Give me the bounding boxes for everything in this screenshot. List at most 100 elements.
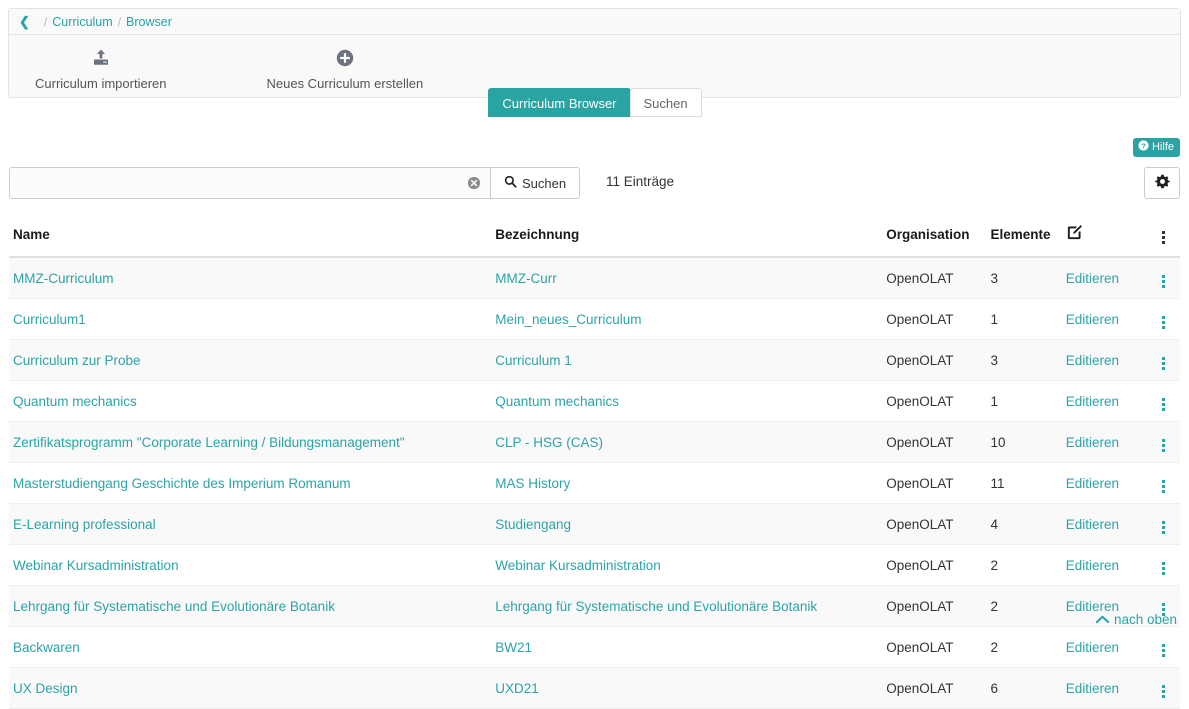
vertical-dots-icon[interactable]: [1156, 229, 1171, 246]
vertical-dots-icon[interactable]: [1156, 314, 1171, 331]
cell-name-text[interactable]: Curriculum zur Probe: [13, 353, 141, 368]
vertical-dots-icon[interactable]: [1156, 478, 1171, 495]
vertical-dots-icon[interactable]: [1156, 355, 1171, 372]
cell-bezeichnung[interactable]: CLP - HSG (CAS): [491, 421, 883, 463]
column-header-name[interactable]: Name: [9, 220, 492, 258]
vertical-dots-icon[interactable]: [1156, 519, 1171, 536]
row-menu-cell[interactable]: [1151, 462, 1180, 504]
row-menu-cell[interactable]: [1151, 298, 1180, 340]
column-header-bezeichnung[interactable]: Bezeichnung: [491, 220, 883, 258]
cell-name[interactable]: Lehrgang für Systematische und Evolution…: [9, 585, 492, 627]
row-menu-cell[interactable]: [1151, 626, 1180, 668]
edit-link-text[interactable]: Editieren: [1066, 640, 1119, 655]
cell-bezeichnung[interactable]: MMZ-Curr: [491, 257, 883, 299]
cell-name-text[interactable]: MMZ-Curriculum: [13, 271, 114, 286]
row-menu-cell[interactable]: [1151, 339, 1180, 381]
vertical-dots-icon[interactable]: [1156, 437, 1171, 454]
edit-link[interactable]: Editieren: [1061, 462, 1152, 504]
tab-suchen[interactable]: Suchen: [629, 88, 702, 117]
edit-link[interactable]: Editieren: [1061, 667, 1152, 709]
edit-link[interactable]: Editieren: [1061, 257, 1152, 299]
vertical-dots-icon[interactable]: [1156, 273, 1171, 290]
cell-bezeichnung-text[interactable]: MAS History: [495, 476, 570, 491]
breadcrumb-item-browser[interactable]: Browser: [126, 15, 172, 29]
cell-name[interactable]: Webinar Kursadministration: [9, 544, 492, 586]
create-curriculum-button[interactable]: Neues Curriculum erstellen: [252, 47, 437, 91]
cell-bezeichnung[interactable]: Studiengang: [491, 503, 883, 545]
column-header-menu[interactable]: [1151, 220, 1180, 258]
cell-name-text[interactable]: Backwaren: [13, 640, 80, 655]
cell-bezeichnung-text[interactable]: Mein_neues_Curriculum: [495, 312, 641, 327]
edit-link-text[interactable]: Editieren: [1066, 353, 1119, 368]
edit-link[interactable]: Editieren: [1061, 380, 1152, 422]
row-menu-cell[interactable]: [1151, 257, 1180, 299]
edit-link[interactable]: Editieren: [1061, 503, 1152, 545]
edit-link[interactable]: Editieren: [1061, 421, 1152, 463]
column-header-elemente[interactable]: Elemente: [986, 220, 1062, 258]
cell-bezeichnung-text[interactable]: Curriculum 1: [495, 353, 572, 368]
cell-name[interactable]: E-Learning professional: [9, 503, 492, 545]
cell-name-text[interactable]: Masterstudiengang Geschichte des Imperiu…: [13, 476, 351, 491]
edit-link-text[interactable]: Editieren: [1066, 558, 1119, 573]
edit-link-text[interactable]: Editieren: [1066, 435, 1119, 450]
import-curriculum-button[interactable]: Curriculum importieren: [21, 47, 180, 91]
edit-link-text[interactable]: Editieren: [1066, 517, 1119, 532]
cell-name[interactable]: MMZ-Curriculum: [9, 257, 492, 299]
cell-name-text[interactable]: E-Learning professional: [13, 517, 156, 532]
cell-name[interactable]: UX Design: [9, 667, 492, 709]
vertical-dots-icon[interactable]: [1156, 642, 1171, 659]
cell-name-text[interactable]: Webinar Kursadministration: [13, 558, 179, 573]
cell-bezeichnung-text[interactable]: UXD21: [495, 681, 539, 696]
search-button[interactable]: Suchen: [490, 167, 581, 199]
edit-link-text[interactable]: Editieren: [1066, 394, 1119, 409]
cell-bezeichnung[interactable]: BW21: [491, 626, 883, 668]
cell-bezeichnung[interactable]: Quantum mechanics: [491, 380, 883, 422]
cell-name-text[interactable]: Zertifikatsprogramm "Corporate Learning …: [13, 435, 405, 450]
edit-link-text[interactable]: Editieren: [1066, 312, 1119, 327]
cell-name[interactable]: Curriculum zur Probe: [9, 339, 492, 381]
cell-bezeichnung[interactable]: Webinar Kursadministration: [491, 544, 883, 586]
row-menu-cell[interactable]: [1151, 421, 1180, 463]
cell-bezeichnung-text[interactable]: Lehrgang für Systematische und Evolution…: [495, 599, 817, 614]
edit-link[interactable]: Editieren: [1061, 298, 1152, 340]
cell-bezeichnung[interactable]: Curriculum 1: [491, 339, 883, 381]
cell-bezeichnung-text[interactable]: Quantum mechanics: [495, 394, 619, 409]
cell-bezeichnung[interactable]: MAS History: [491, 462, 883, 504]
clear-circle-icon[interactable]: [467, 176, 481, 190]
row-menu-cell[interactable]: [1151, 380, 1180, 422]
help-button[interactable]: ? Hilfe: [1132, 138, 1180, 157]
cell-bezeichnung-text[interactable]: CLP - HSG (CAS): [495, 435, 603, 450]
cell-bezeichnung[interactable]: Mein_neues_Curriculum: [491, 298, 883, 340]
cell-name-text[interactable]: Quantum mechanics: [13, 394, 137, 409]
cell-bezeichnung-text[interactable]: BW21: [495, 640, 532, 655]
cell-name-text[interactable]: Curriculum1: [13, 312, 86, 327]
vertical-dots-icon[interactable]: [1156, 683, 1171, 700]
cell-bezeichnung[interactable]: Lehrgang für Systematische und Evolution…: [491, 585, 883, 627]
search-input[interactable]: [9, 167, 490, 199]
row-menu-cell[interactable]: [1151, 667, 1180, 709]
column-header-organisation[interactable]: Organisation: [882, 220, 987, 258]
table-settings-button[interactable]: [1144, 167, 1180, 199]
back-chevron-icon[interactable]: ❮: [19, 15, 30, 28]
cell-name[interactable]: Masterstudiengang Geschichte des Imperiu…: [9, 462, 492, 504]
cell-name-text[interactable]: UX Design: [13, 681, 78, 696]
vertical-dots-icon[interactable]: [1156, 396, 1171, 413]
breadcrumb-item-curriculum[interactable]: Curriculum: [52, 15, 112, 29]
back-to-top-link[interactable]: nach oben: [1095, 612, 1177, 627]
cell-name[interactable]: Quantum mechanics: [9, 380, 492, 422]
row-menu-cell[interactable]: [1151, 544, 1180, 586]
vertical-dots-icon[interactable]: [1156, 560, 1171, 577]
edit-link[interactable]: Editieren: [1061, 626, 1152, 668]
edit-link-text[interactable]: Editieren: [1066, 271, 1119, 286]
edit-link-text[interactable]: Editieren: [1066, 681, 1119, 696]
column-header-edit[interactable]: [1061, 220, 1152, 258]
cell-name[interactable]: Backwaren: [9, 626, 492, 668]
cell-name[interactable]: Curriculum1: [9, 298, 492, 340]
cell-name[interactable]: Zertifikatsprogramm "Corporate Learning …: [9, 421, 492, 463]
edit-link-text[interactable]: Editieren: [1066, 476, 1119, 491]
cell-bezeichnung[interactable]: UXD21: [491, 667, 883, 709]
cell-bezeichnung-text[interactable]: Webinar Kursadministration: [495, 558, 661, 573]
edit-link[interactable]: Editieren: [1061, 339, 1152, 381]
cell-name-text[interactable]: Lehrgang für Systematische und Evolution…: [13, 599, 335, 614]
cell-bezeichnung-text[interactable]: MMZ-Curr: [495, 271, 556, 286]
